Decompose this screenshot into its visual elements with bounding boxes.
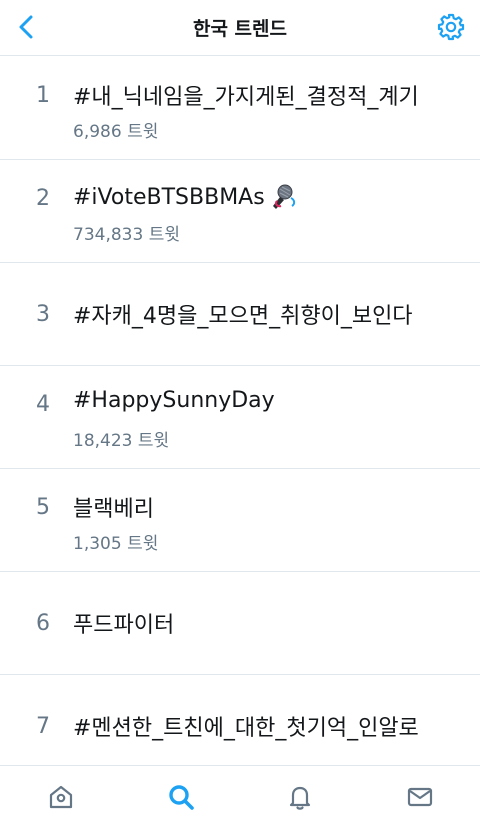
bell-icon [289,786,311,810]
tab-messages[interactable] [403,780,437,814]
mail-icon [407,787,433,807]
trend-rank: 5 [36,495,50,520]
trend-item-2[interactable]: 2 #iVoteBTSBBMAs 734,833 트윗 [0,160,480,263]
header: 한국 트렌드 [0,0,480,56]
trend-rank: 2 [36,186,50,211]
trend-item-4[interactable]: 4 #HappySunnyDay 18,423 트윗 [0,366,480,469]
trend-name: 푸드파이터 [73,613,175,638]
chevron-left-icon [19,15,33,39]
trend-list: 1 #내_닉네임을_가지게된_결정적_계기 6,986 트윗 2 #iVoteB… [0,57,480,778]
trend-rank: 6 [36,611,50,636]
trend-name: 블랙베리 [73,497,154,522]
trend-rank: 1 [36,83,50,108]
trend-tweet-count: 18,423 트윗 [73,431,170,451]
trend-item-3[interactable]: 3 #자캐_4명을_모으면_취향이_보인다 [0,263,480,366]
trend-name: #멘션한_트친에_대한_첫기억_인알로 [73,716,419,741]
trend-item-1[interactable]: 1 #내_닉네임을_가지게된_결정적_계기 6,986 트윗 [0,57,480,160]
settings-button[interactable] [434,10,468,44]
back-button[interactable] [10,10,44,44]
trend-item-6[interactable]: 6 푸드파이터 [0,572,480,675]
microphone-icon [272,184,295,209]
trend-rank: 4 [36,392,50,417]
tab-search[interactable] [164,780,198,814]
tab-home[interactable] [44,780,78,814]
trend-item-7[interactable]: 7 #멘션한_트친에_대한_첫기억_인알로 [0,675,480,778]
trend-tweet-count: 1,305 트윗 [73,534,159,554]
trend-tweet-count: 6,986 트윗 [73,122,159,142]
home-icon [49,785,73,809]
trend-name-row: #iVoteBTSBBMAs [73,182,299,212]
page-title: 한국 트렌드 [192,18,287,40]
trend-name: #자캐_4명을_모으면_취향이_보인다 [73,304,413,329]
trend-item-5[interactable]: 5 블랙베리 1,305 트윗 [0,469,480,572]
trend-name: #HappySunnyDay [73,388,275,413]
trend-rank: 7 [36,714,50,739]
trend-tweet-count: 734,833 트윗 [73,225,180,245]
trend-name: #내_닉네임을_가지게된_결정적_계기 [73,85,419,110]
trend-rank: 3 [36,302,50,327]
tab-notifications[interactable] [283,780,317,814]
gear-icon [437,13,465,41]
tab-bar [0,765,480,829]
search-icon [169,785,194,810]
trend-name: #iVoteBTSBBMAs [73,184,265,210]
